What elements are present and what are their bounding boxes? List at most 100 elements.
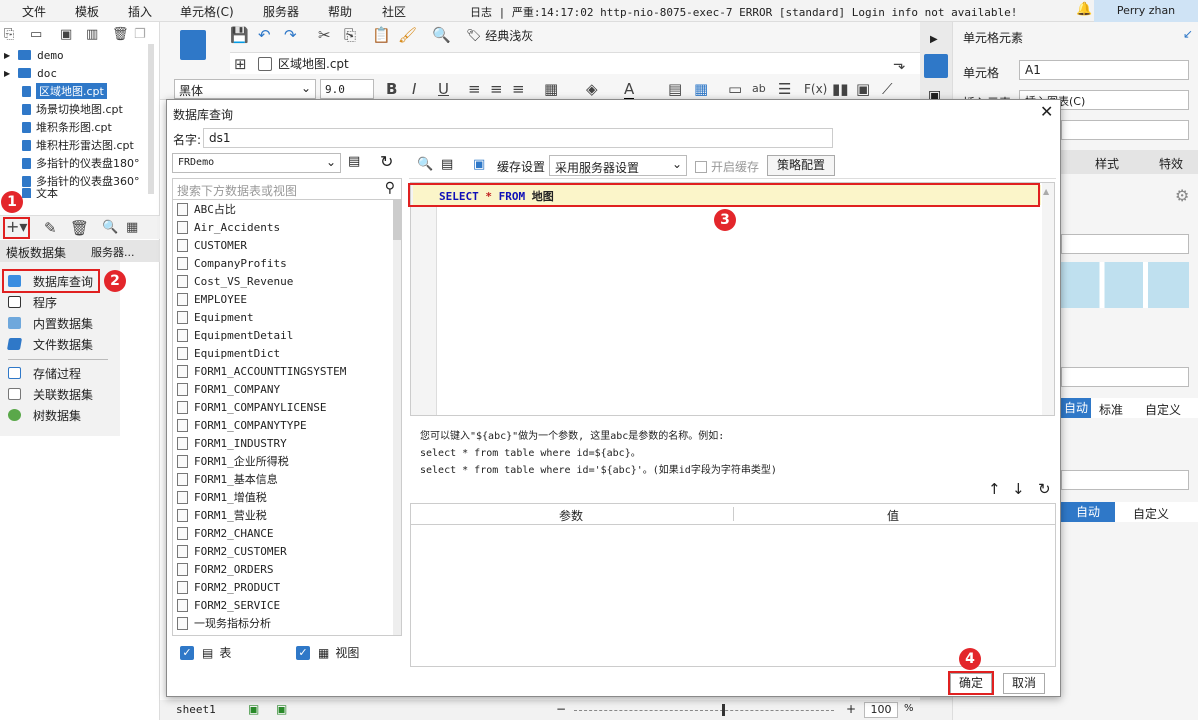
table-row[interactable]: ABC占比: [177, 200, 236, 218]
menu-server[interactable]: 服务器: [263, 3, 299, 20]
add-form-icon[interactable]: ▣: [276, 702, 287, 716]
grid-icon[interactable]: ⊞: [234, 55, 247, 73]
strategy-button[interactable]: 策略配置: [767, 155, 835, 176]
list-scrollbar[interactable]: [393, 200, 401, 635]
paste-icon[interactable]: 📋: [372, 26, 391, 44]
image-icon[interactable]: ▣: [856, 80, 870, 98]
arrow-icon[interactable]: ↙: [1183, 27, 1193, 41]
redo-icon[interactable]: ↷: [284, 26, 297, 44]
table-search-input[interactable]: 搜索下方数据表或视图 ⚲: [172, 178, 402, 200]
menu-tree[interactable]: 树数据集: [8, 406, 81, 424]
table-row[interactable]: Equipment: [177, 308, 254, 326]
table-row[interactable]: FORM1_企业所得税: [177, 452, 289, 470]
refresh-params-icon[interactable]: ↻: [1038, 480, 1051, 498]
table-row[interactable]: Air_Accidents: [177, 218, 280, 236]
menu-related[interactable]: 关联数据集: [8, 385, 93, 403]
table-row[interactable]: FORM1_基本信息: [177, 470, 278, 488]
chart-type-select[interactable]: [1061, 234, 1189, 254]
tree-item-demo[interactable]: ▶ demo: [4, 46, 64, 64]
formula-icon[interactable]: F(x): [804, 80, 827, 98]
expand-icon[interactable]: ▶: [4, 51, 10, 60]
enable-cache-checkbox[interactable]: 开启缓存: [695, 158, 759, 175]
font-color-icon[interactable]: A: [624, 80, 635, 101]
merge-icon[interactable]: ▤: [668, 80, 682, 98]
tab-special[interactable]: 特效: [1159, 155, 1183, 172]
table-row[interactable]: FORM2_ORDERS: [177, 560, 273, 578]
bold-icon[interactable]: B: [386, 80, 397, 98]
database-select[interactable]: FRDemo ⌄: [172, 153, 341, 173]
zoom-in-icon[interactable]: +: [846, 702, 856, 716]
zoom-input[interactable]: 100: [864, 702, 898, 718]
cache-select[interactable]: 采用服务器设置 ⌄: [549, 155, 687, 176]
menu-program[interactable]: 程序: [8, 293, 57, 311]
italic-icon[interactable]: I: [412, 80, 416, 98]
zoom-slider[interactable]: [574, 710, 834, 711]
sql-scrollbar[interactable]: ▲: [1042, 183, 1054, 415]
slash-icon[interactable]: ⟋: [882, 80, 893, 98]
tab-template-dataset[interactable]: 模板数据集: [6, 244, 66, 261]
option-select[interactable]: [1061, 367, 1189, 387]
search-template-icon[interactable]: 🔍: [432, 26, 451, 44]
sub-select[interactable]: [1061, 120, 1189, 140]
menu-community[interactable]: 社区: [382, 3, 406, 20]
tree-item-file[interactable]: 区域地图.cpt: [22, 82, 107, 100]
table-row[interactable]: CompanyProfits: [177, 254, 287, 272]
table-row[interactable]: FORM1_COMPANYTYPE: [177, 416, 307, 434]
auto-select[interactable]: [1061, 470, 1189, 490]
table-row[interactable]: FORM1_INDUSTRY: [177, 434, 287, 452]
delete-icon[interactable]: 🗑: [70, 219, 89, 237]
std-option[interactable]: 标准: [1099, 401, 1123, 418]
tree-item-file[interactable]: 场景切换地图.cpt: [22, 100, 123, 118]
map-thumbnail-images[interactable]: [1061, 262, 1189, 308]
table-row[interactable]: EquipmentDetail: [177, 326, 293, 344]
align-center-icon[interactable]: ≡: [490, 80, 503, 98]
table-row[interactable]: Cost_VS_Revenue: [177, 272, 293, 290]
menu-help[interactable]: 帮助: [328, 3, 352, 20]
copy-icon[interactable]: ⎘: [344, 26, 356, 44]
cancel-button[interactable]: 取消: [1003, 673, 1045, 694]
add-sheet-icon[interactable]: ▣: [248, 702, 259, 716]
underline-icon[interactable]: U: [438, 80, 449, 98]
bell-icon[interactable]: 🔔: [1076, 2, 1092, 17]
open-file-icon[interactable]: ▭: [30, 26, 42, 44]
align-left-icon[interactable]: ≡: [468, 80, 481, 98]
duplicate-icon[interactable]: ❐: [134, 26, 146, 44]
font-size-select[interactable]: 9.0: [320, 79, 374, 99]
save-icon[interactable]: 💾: [230, 26, 249, 44]
arrow-up-icon[interactable]: ↑: [988, 480, 1001, 498]
menu-builtin[interactable]: 内置数据集: [8, 314, 93, 332]
tree-item-doc[interactable]: ▶ doc: [4, 64, 57, 82]
sheet-tab[interactable]: sheet1: [176, 703, 216, 716]
text-icon[interactable]: ab: [752, 80, 766, 98]
line-icon[interactable]: ▭: [728, 80, 742, 98]
tree-item-file[interactable]: 堆积条形图.cpt: [22, 118, 112, 136]
font-select[interactable]: 黑体 ⌄: [174, 79, 316, 99]
tab-list-icon[interactable]: ⬎: [893, 55, 906, 73]
tree-scrollbar[interactable]: [148, 44, 154, 194]
theme-button[interactable]: 🏷 经典浅灰: [466, 26, 533, 44]
table-row[interactable]: FORM1_COMPANYLICENSE: [177, 398, 326, 416]
tree-item-file[interactable]: 堆积柱形雷达图.cpt: [22, 136, 134, 154]
preview-icon[interactable]: 🔍: [417, 157, 433, 172]
custom-option[interactable]: 自定义: [1145, 401, 1181, 418]
table-row[interactable]: FORM1_营业税: [177, 506, 267, 524]
cell-element-icon[interactable]: [924, 54, 948, 78]
table-row[interactable]: FORM2_CHANCE: [177, 524, 273, 542]
table-row[interactable]: FORM1_增值税: [177, 488, 267, 506]
table-row[interactable]: EquipmentDict: [177, 344, 280, 362]
table-row[interactable]: FORM1_ACCOUNTTINGSYSTEM: [177, 362, 346, 380]
edit-icon[interactable]: ✎: [44, 219, 57, 237]
table-row[interactable]: FORM2_SERVICE: [177, 596, 280, 614]
richtext-icon[interactable]: ☰: [778, 80, 791, 98]
preview-icon[interactable]: 🔍: [102, 219, 118, 237]
auto-option[interactable]: 自动: [1061, 398, 1091, 418]
border-icon[interactable]: ▦: [544, 80, 558, 98]
menu-insert[interactable]: 插入: [128, 3, 152, 20]
cut-icon[interactable]: ✂: [318, 26, 331, 44]
menu-template[interactable]: 模板: [75, 3, 99, 20]
table-row[interactable]: CUSTOMER: [177, 236, 247, 254]
table-icon[interactable]: ▦: [694, 80, 708, 98]
table-row[interactable]: FORM1_COMPANY: [177, 380, 280, 398]
tab-style[interactable]: 样式: [1095, 155, 1119, 172]
tab-template[interactable]: 区域地图.cpt: [258, 55, 349, 72]
